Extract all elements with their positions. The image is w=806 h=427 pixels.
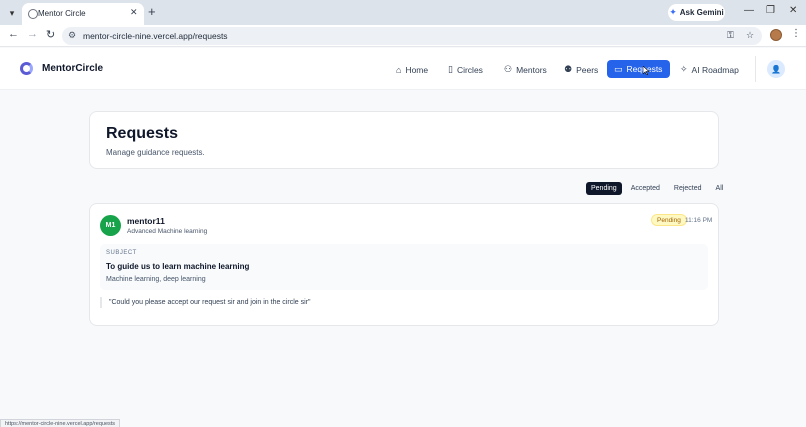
back-arrow-icon[interactable]: ←	[8, 28, 19, 40]
subject-box: SUBJECT To guide us to learn machine lea…	[100, 244, 708, 290]
new-tab-icon[interactable]: +	[148, 4, 156, 19]
users-icon: ⚉	[564, 64, 573, 74]
window-close-icon[interactable]: ✕	[789, 5, 797, 16]
app-header: MentorCircle ⌂ Home ▯ Circles ⚇ Mentors …	[0, 48, 806, 90]
request-card: M1 mentor11 Advanced Machine learning Pe…	[89, 203, 719, 326]
status-badge: Pending	[651, 214, 687, 226]
nav-peers-label: Peers	[576, 64, 599, 75]
request-topic: Advanced Machine learning	[127, 228, 208, 235]
mouse-cursor-icon	[643, 66, 650, 75]
mentorcircle-logo-icon[interactable]	[20, 62, 33, 75]
nav-peers[interactable]: ⚉ Peers	[564, 61, 598, 78]
ask-gemini-button[interactable]: ✦ Ask Gemini	[668, 4, 725, 21]
nav-ai-roadmap-label: AI Roadmap	[691, 64, 739, 75]
tab-favicon-icon	[28, 9, 38, 19]
nav-circles[interactable]: ▯ Circles	[448, 61, 483, 78]
requester-avatar: M1	[100, 215, 121, 236]
requester-name: mentor11	[127, 216, 165, 226]
browser-toolbar: ← → ↻ ⚙ mentor-circle-nine.vercel.app/re…	[0, 25, 806, 47]
password-key-icon[interactable]: ⚿	[727, 30, 734, 41]
gemini-sparkle-icon: ✦	[669, 7, 677, 17]
reload-icon[interactable]: ↻	[46, 28, 55, 41]
tab-close-icon[interactable]: ✕	[130, 7, 138, 18]
bookmark-star-icon[interactable]: ☆	[746, 30, 754, 41]
browser-menu-icon[interactable]: ⋮	[791, 28, 801, 39]
tab-search-chevron-icon[interactable]: ▾	[4, 5, 20, 21]
nav-circles-label: Circles	[456, 64, 483, 75]
site-settings-icon[interactable]: ⚙	[68, 30, 76, 41]
nav-mentors[interactable]: ⚇ Mentors	[504, 61, 547, 78]
status-filter-tabs: Pending Accepted Rejected All	[586, 181, 728, 195]
filter-rejected[interactable]: Rejected	[669, 182, 707, 195]
nav-ai-roadmap[interactable]: ✧ AI Roadmap	[680, 61, 739, 78]
home-icon: ⌂	[396, 64, 402, 75]
subject-label: SUBJECT	[106, 250, 137, 256]
subject-tags: Machine learning, deep learning	[106, 276, 206, 283]
url-text: mentor-circle-nine.vercel.app/requests	[83, 31, 228, 41]
nav-requests[interactable]: ▭ Requests	[607, 60, 670, 78]
header-divider	[755, 56, 756, 82]
page-title: Requests	[106, 125, 179, 142]
filter-accepted[interactable]: Accepted	[626, 182, 665, 195]
message-icon: ▭	[614, 63, 623, 74]
tab-title: Mentor Circle	[38, 9, 86, 18]
nav-home-label: Home	[405, 64, 429, 75]
user-check-icon: ⚇	[504, 64, 513, 74]
user-profile-icon[interactable]: 👤	[767, 60, 785, 78]
subject-title: To guide us to learn machine learning	[106, 262, 250, 271]
browser-tab[interactable]: Mentor Circle ✕	[22, 3, 144, 25]
address-bar[interactable]: ⚙ mentor-circle-nine.vercel.app/requests…	[62, 27, 762, 45]
nav-home[interactable]: ⌂ Home	[396, 61, 428, 78]
forward-arrow-icon[interactable]: →	[27, 28, 38, 40]
sparkles-icon: ✧	[680, 64, 688, 74]
ask-gemini-label: Ask Gemini	[679, 8, 724, 17]
page-subtitle: Manage guidance requests.	[106, 148, 205, 157]
profile-avatar[interactable]	[770, 29, 782, 41]
link-status-bar: https://mentor-circle-nine.vercel.app/re…	[0, 419, 121, 427]
book-icon: ▯	[448, 64, 453, 74]
request-message: "Could you please accept our request sir…	[100, 297, 310, 308]
page-header-card: Requests Manage guidance requests.	[89, 111, 719, 169]
nav-mentors-label: Mentors	[516, 64, 547, 75]
restore-icon[interactable]: ❐	[766, 5, 775, 16]
filter-pending[interactable]: Pending	[586, 181, 622, 195]
minimize-icon[interactable]: —	[744, 5, 754, 16]
filter-all[interactable]: All	[711, 182, 729, 195]
brand-name[interactable]: MentorCircle	[42, 63, 103, 74]
request-time: 11:16 PM	[685, 217, 713, 224]
browser-tab-bar: ▾ Mentor Circle ✕ + ✦ Ask Gemini — ❐ ✕	[0, 0, 806, 25]
